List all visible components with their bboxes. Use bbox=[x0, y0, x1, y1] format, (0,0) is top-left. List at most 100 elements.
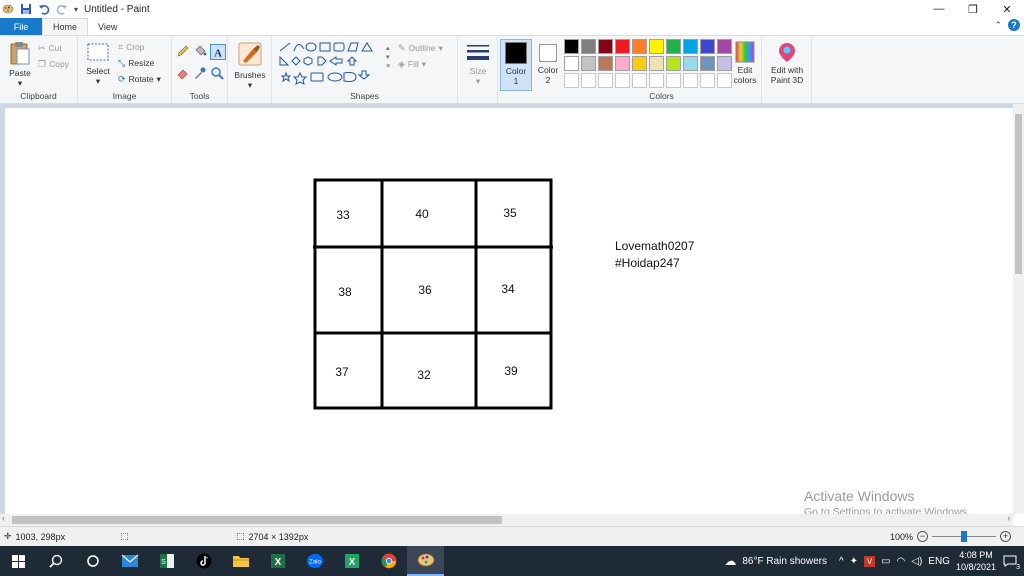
custom-color-slot[interactable] bbox=[666, 73, 681, 88]
windows-logo-icon bbox=[12, 554, 25, 568]
taskbar-excel[interactable]: X bbox=[259, 546, 296, 576]
outline-button[interactable]: ✎ Outline ▾ bbox=[398, 40, 443, 56]
brushes-button[interactable]: Brushes ▾ bbox=[232, 40, 268, 91]
pencil-icon[interactable] bbox=[176, 44, 190, 58]
palette-swatch[interactable] bbox=[700, 56, 715, 71]
custom-color-slot[interactable] bbox=[700, 73, 715, 88]
search-button[interactable] bbox=[37, 546, 74, 576]
palette-swatch[interactable] bbox=[683, 39, 698, 54]
tab-file[interactable]: File bbox=[0, 18, 42, 35]
zoom-out-button[interactable]: − bbox=[917, 531, 929, 542]
tab-home[interactable]: Home bbox=[42, 18, 89, 35]
resize-button[interactable]: ⤡ Resize bbox=[118, 55, 161, 71]
fill-button[interactable]: ◈ Fill ▾ bbox=[398, 56, 443, 72]
taskbar-zalo[interactable]: Zalo bbox=[296, 546, 333, 576]
wifi-icon[interactable]: ◠ bbox=[897, 556, 906, 567]
cut-button[interactable]: ✂ Cut bbox=[38, 40, 69, 56]
custom-color-slot[interactable] bbox=[632, 73, 647, 88]
custom-color-slot[interactable] bbox=[581, 73, 596, 88]
taskbar-chrome[interactable] bbox=[370, 546, 407, 576]
palette-swatch[interactable] bbox=[649, 56, 664, 71]
zoom-slider-thumb[interactable] bbox=[961, 531, 968, 542]
shapes-scroll-icon[interactable]: ▴ ▾ ≡ bbox=[386, 44, 390, 71]
color2-button[interactable]: Color 2 bbox=[534, 39, 562, 91]
color-picker-icon[interactable] bbox=[193, 66, 207, 80]
undo-icon[interactable] bbox=[38, 3, 50, 15]
color1-button[interactable]: Color 1 bbox=[500, 39, 532, 91]
start-button[interactable] bbox=[0, 546, 37, 576]
collapse-ribbon-icon[interactable]: ⌃ bbox=[994, 20, 1002, 31]
taskbar-mail[interactable] bbox=[111, 546, 148, 576]
tab-view[interactable]: View bbox=[88, 18, 127, 35]
drawing-canvas[interactable]: 33 40 35 38 36 34 37 32 39 Lovemath0207 … bbox=[5, 108, 1013, 514]
scroll-right-icon[interactable]: › bbox=[1007, 514, 1010, 523]
horizontal-scrollbar[interactable]: ‹ › bbox=[0, 514, 1013, 526]
custom-color-slot[interactable] bbox=[598, 73, 613, 88]
language-indicator[interactable]: ENG bbox=[928, 556, 950, 567]
maximize-button[interactable]: ❐ bbox=[956, 0, 990, 18]
zoom-in-button[interactable]: + bbox=[1000, 531, 1012, 542]
weather-icon[interactable]: ☁ bbox=[724, 554, 736, 568]
palette-swatch[interactable] bbox=[615, 39, 630, 54]
save-icon[interactable] bbox=[20, 3, 32, 15]
vertical-scroll-thumb[interactable] bbox=[1015, 114, 1022, 274]
edit-with-paint3d-button[interactable]: Edit with Paint 3D bbox=[764, 41, 810, 85]
vertical-scrollbar[interactable] bbox=[1013, 104, 1024, 514]
palette-swatch[interactable] bbox=[598, 56, 613, 71]
palette-swatch[interactable] bbox=[564, 56, 579, 71]
redo-icon[interactable] bbox=[56, 3, 68, 15]
scroll-left-icon[interactable]: ‹ bbox=[2, 514, 5, 523]
custom-color-slot[interactable] bbox=[649, 73, 664, 88]
custom-color-slot[interactable] bbox=[564, 73, 579, 88]
palette-swatch[interactable] bbox=[700, 39, 715, 54]
edit-colors-button[interactable]: Edit colors bbox=[730, 41, 760, 85]
select-button[interactable]: Select ▾ bbox=[84, 42, 112, 87]
palette-swatch[interactable] bbox=[598, 39, 613, 54]
copy-button[interactable]: ❐ Copy bbox=[38, 56, 69, 72]
chevron-up-icon[interactable]: ^ bbox=[839, 556, 844, 567]
customize-toolbar-dropdown[interactable]: ▾ bbox=[74, 5, 78, 14]
palette-swatch[interactable] bbox=[581, 39, 596, 54]
custom-color-slot[interactable] bbox=[615, 73, 630, 88]
eraser-icon[interactable] bbox=[176, 66, 190, 80]
minimize-button[interactable]: — bbox=[922, 0, 956, 18]
taskbar-paint[interactable] bbox=[407, 546, 444, 576]
palette-swatch[interactable] bbox=[564, 39, 579, 54]
weather-text[interactable]: 86°F Rain showers bbox=[742, 556, 827, 567]
palette-swatch[interactable] bbox=[683, 56, 698, 71]
palette-swatch[interactable] bbox=[649, 39, 664, 54]
help-icon[interactable]: ? bbox=[1008, 19, 1020, 31]
tiktok-icon bbox=[196, 553, 211, 569]
app-tray-icon[interactable]: V bbox=[864, 555, 876, 567]
speaker-icon[interactable]: ◁) bbox=[911, 556, 922, 567]
taskbar-tiktok[interactable] bbox=[185, 546, 222, 576]
crop-button[interactable]: ⌗ Crop bbox=[118, 39, 161, 55]
size-button[interactable]: Size ▾ bbox=[464, 42, 492, 87]
palette-swatch[interactable] bbox=[666, 56, 681, 71]
palette-swatch[interactable] bbox=[666, 39, 681, 54]
palette-swatch[interactable] bbox=[632, 39, 647, 54]
zoom-slider[interactable] bbox=[932, 531, 997, 542]
clock[interactable]: 4:08 PM 10/8/2021 bbox=[956, 549, 996, 573]
chevron-down-icon: ▾ bbox=[421, 58, 427, 69]
shapes-gallery[interactable] bbox=[278, 41, 396, 89]
task-view-button[interactable] bbox=[74, 546, 111, 576]
magnifier-icon[interactable] bbox=[210, 66, 224, 80]
taskbar-excel-2[interactable]: X bbox=[333, 546, 370, 576]
palette-swatch[interactable] bbox=[632, 56, 647, 71]
rotate-button[interactable]: ⟳ Rotate ▾ bbox=[118, 71, 161, 87]
notification-center-button[interactable]: 3 bbox=[1002, 554, 1020, 571]
fill-bucket-icon[interactable] bbox=[193, 44, 207, 58]
palette-swatch[interactable] bbox=[581, 56, 596, 71]
taskbar-sheets[interactable]: S bbox=[148, 546, 185, 576]
horizontal-scroll-thumb[interactable] bbox=[12, 516, 502, 524]
taskbar-file-explorer[interactable] bbox=[222, 546, 259, 576]
paste-button[interactable]: Paste ▾ bbox=[6, 40, 34, 89]
close-button[interactable]: ✕ bbox=[990, 0, 1024, 18]
battery-icon[interactable]: ▭ bbox=[881, 556, 890, 567]
people-icon[interactable]: ✦ bbox=[850, 556, 858, 567]
custom-color-slot[interactable] bbox=[683, 73, 698, 88]
palette-swatch[interactable] bbox=[615, 56, 630, 71]
grid-cell: 39 bbox=[504, 364, 518, 378]
text-icon[interactable]: A bbox=[210, 44, 226, 60]
